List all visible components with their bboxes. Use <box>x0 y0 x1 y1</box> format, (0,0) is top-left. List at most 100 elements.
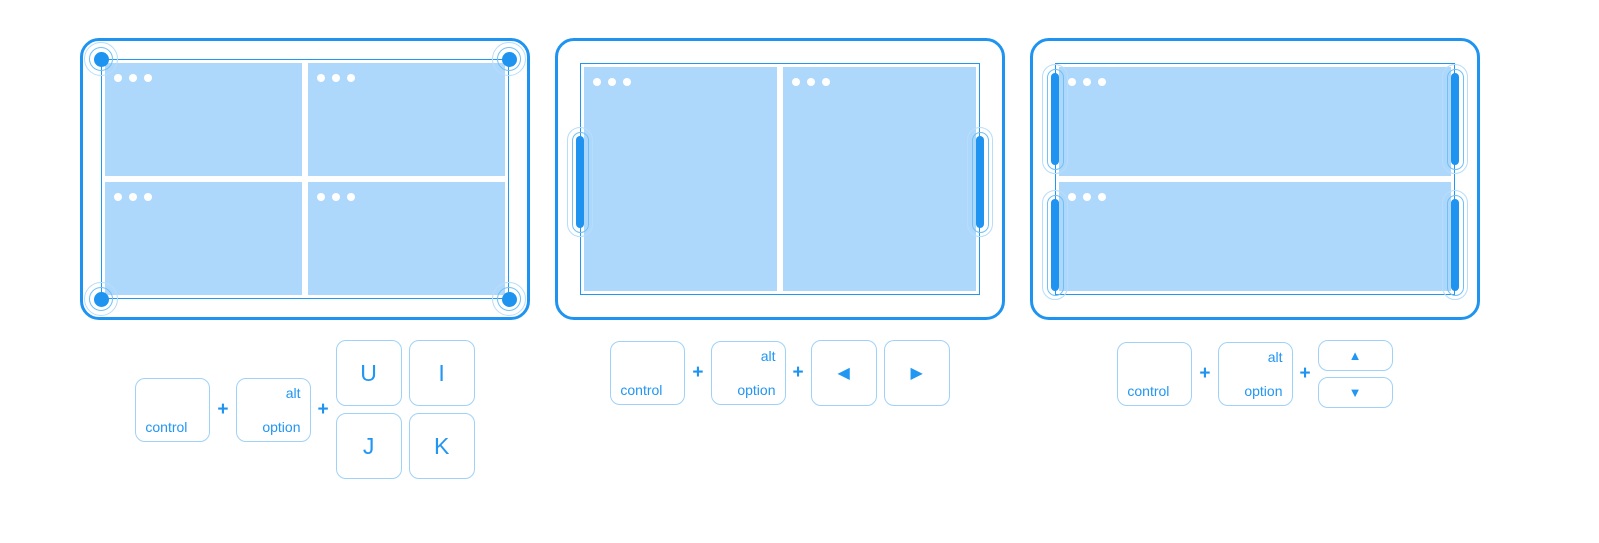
zoom-dot-icon <box>822 78 830 86</box>
shortcut-quadrant: control + alt option + U I J K <box>70 340 540 479</box>
handle-bar-icon <box>1051 199 1059 291</box>
close-dot-icon <box>792 78 800 86</box>
key-alt-option[interactable]: alt option <box>710 341 786 405</box>
resize-handle-right-top[interactable] <box>1442 64 1468 174</box>
key-control[interactable]: control <box>610 341 686 405</box>
resize-handle-right-bottom[interactable] <box>1442 190 1468 300</box>
plus-separator: + <box>217 398 229 420</box>
minimize-dot-icon <box>1083 193 1091 201</box>
handle-dot-icon <box>93 291 109 307</box>
key-alt-label: alt <box>285 384 301 401</box>
key-control-label: control <box>145 418 188 435</box>
display-bezel <box>80 38 530 320</box>
close-dot-icon <box>1068 193 1076 201</box>
minimize-dot-icon <box>129 193 137 201</box>
resize-handle-left-top[interactable] <box>1042 64 1068 174</box>
window-tile[interactable] <box>308 182 505 295</box>
resize-handle-left-middle[interactable] <box>567 127 593 237</box>
plus-separator: + <box>1299 363 1311 384</box>
panel-horizontal-split-layout: control + alt option + ▲ ▼ <box>1020 0 1490 543</box>
resize-handle-right-middle[interactable] <box>967 127 993 237</box>
window-tile[interactable] <box>1059 182 1451 291</box>
close-dot-icon <box>1068 78 1076 86</box>
handle-dot-icon <box>93 51 109 67</box>
key-cluster-uijk: U I J K <box>335 340 475 479</box>
window-frame <box>580 63 980 295</box>
close-dot-icon <box>317 74 325 82</box>
window-grid <box>105 63 505 295</box>
minimize-dot-icon <box>129 74 137 82</box>
plus-separator: + <box>792 362 804 383</box>
key-cluster-arrows: ◀ ▶ <box>810 340 950 406</box>
handle-bar-icon <box>1451 73 1459 165</box>
plus-separator: + <box>1199 363 1211 384</box>
key-control[interactable]: control <box>1117 342 1193 406</box>
traffic-lights <box>317 193 355 201</box>
traffic-lights <box>1068 193 1106 201</box>
zoom-dot-icon <box>144 193 152 201</box>
minimize-dot-icon <box>807 78 815 86</box>
window-tile[interactable] <box>584 67 777 291</box>
window-grid <box>584 67 976 291</box>
shortcut-vertical-split: control + alt option + ◀ ▶ <box>545 340 1015 406</box>
key-control-label: control <box>1127 383 1170 399</box>
key-arrow-left[interactable]: ◀ <box>810 340 877 406</box>
close-dot-icon <box>593 78 601 86</box>
handle-bar-icon <box>1451 199 1459 291</box>
minimize-dot-icon <box>332 74 340 82</box>
plus-separator: + <box>317 398 329 420</box>
handle-dot-icon <box>501 51 517 67</box>
key-option-label: option <box>737 382 776 398</box>
resize-handle-bottom-right[interactable] <box>492 282 526 316</box>
key-control[interactable]: control <box>135 377 211 442</box>
display-bezel <box>555 38 1005 320</box>
window-grid <box>1059 67 1451 291</box>
key-alt-label: alt <box>760 348 776 364</box>
key-k[interactable]: K <box>408 413 475 479</box>
window-tile[interactable] <box>783 67 976 291</box>
key-alt-option[interactable]: alt option <box>235 377 311 442</box>
key-option-label: option <box>262 418 301 435</box>
handle-bar-icon <box>976 136 984 228</box>
minimize-dot-icon <box>1083 78 1091 86</box>
key-cluster-arrows: ▲ ▼ <box>1317 340 1393 408</box>
key-j[interactable]: J <box>335 413 402 479</box>
zoom-dot-icon <box>347 193 355 201</box>
close-dot-icon <box>114 193 122 201</box>
key-alt-option[interactable]: alt option <box>1217 342 1293 406</box>
panel-vertical-split-layout: control + alt option + ◀ ▶ <box>545 0 1015 543</box>
zoom-dot-icon <box>1098 193 1106 201</box>
minimize-dot-icon <box>608 78 616 86</box>
key-alt-label: alt <box>1267 349 1283 365</box>
resize-handle-left-bottom[interactable] <box>1042 190 1068 300</box>
key-arrow-down[interactable]: ▼ <box>1317 377 1393 408</box>
zoom-dot-icon <box>623 78 631 86</box>
window-tile[interactable] <box>1059 67 1451 176</box>
panel-quadrant-layout: control + alt option + U I J K <box>70 0 540 543</box>
traffic-lights <box>593 78 631 86</box>
plus-separator: + <box>692 362 704 383</box>
key-arrow-up[interactable]: ▲ <box>1317 340 1393 371</box>
resize-handle-top-right[interactable] <box>492 42 526 76</box>
traffic-lights <box>792 78 830 86</box>
resize-handle-bottom-left[interactable] <box>84 282 118 316</box>
key-u[interactable]: U <box>335 340 402 406</box>
zoom-dot-icon <box>144 74 152 82</box>
minimize-dot-icon <box>332 193 340 201</box>
zoom-dot-icon <box>1098 78 1106 86</box>
key-control-label: control <box>620 382 663 398</box>
window-tile[interactable] <box>308 63 505 176</box>
window-tile[interactable] <box>105 182 302 295</box>
window-tile[interactable] <box>105 63 302 176</box>
window-frame <box>101 59 509 299</box>
handle-bar-icon <box>576 136 584 228</box>
key-i[interactable]: I <box>408 340 475 406</box>
display-bezel <box>1030 38 1480 320</box>
key-arrow-right[interactable]: ▶ <box>883 340 950 406</box>
key-option-label: option <box>1244 383 1283 399</box>
traffic-lights <box>1068 78 1106 86</box>
resize-handle-top-left[interactable] <box>84 42 118 76</box>
handle-bar-icon <box>1051 73 1059 165</box>
close-dot-icon <box>317 193 325 201</box>
handle-dot-icon <box>501 291 517 307</box>
